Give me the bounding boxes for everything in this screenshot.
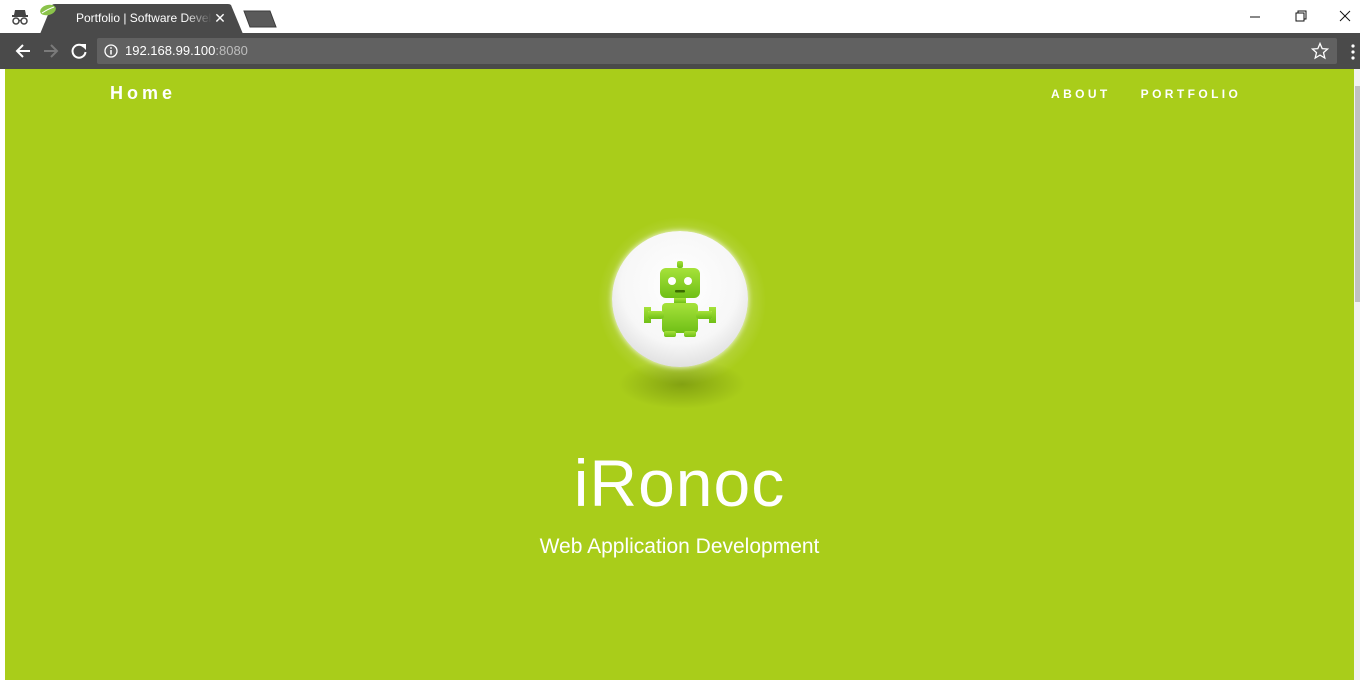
nav-brand-home[interactable]: Home (110, 83, 176, 104)
restore-icon[interactable] (1288, 6, 1312, 26)
page-viewport: Home ABOUT PORTFOLIO iRonoc Web Applicat… (5, 69, 1354, 680)
spring-leaf-favicon (40, 4, 56, 16)
menu-icon[interactable] (1347, 43, 1359, 61)
window-bottom-edge (0, 680, 1360, 685)
forward-arrow-icon[interactable] (41, 41, 61, 61)
url-port: :8080 (215, 43, 248, 58)
url-text: 192.168.99.100:8080 (125, 43, 248, 58)
url-host: 192.168.99.100 (125, 43, 216, 58)
main-nav: ABOUT PORTFOLIO (1051, 87, 1241, 101)
new-tab-button[interactable] (242, 10, 278, 28)
back-arrow-icon[interactable] (13, 41, 33, 61)
info-icon[interactable] (104, 44, 118, 58)
nav-link-about[interactable]: ABOUT (1051, 87, 1111, 101)
close-icon[interactable]: ✕ (213, 11, 227, 25)
star-icon[interactable] (1311, 42, 1329, 60)
incognito-icon (12, 10, 28, 25)
hero-subtitle: Web Application Development (539, 535, 820, 558)
avatar (612, 231, 748, 367)
address-bar[interactable]: 192.168.99.100:8080 (97, 38, 1337, 64)
browser-titlebar: Portfolio | Software Developer ✕ (0, 0, 1360, 34)
window-close-icon[interactable] (1333, 6, 1357, 26)
minimize-icon[interactable] (1243, 6, 1267, 26)
scrollbar-thumb[interactable] (1355, 86, 1360, 302)
browser-tab-active[interactable]: Portfolio | Software Developer ✕ (40, 4, 243, 34)
robot-icon (644, 261, 716, 337)
hero-title: iRonoc (573, 446, 786, 520)
tab-title: Portfolio | Software Developer (76, 11, 212, 25)
browser-toolbar: 192.168.99.100:8080 (0, 33, 1360, 69)
reload-icon[interactable] (69, 41, 89, 61)
nav-link-portfolio[interactable]: PORTFOLIO (1141, 87, 1242, 101)
